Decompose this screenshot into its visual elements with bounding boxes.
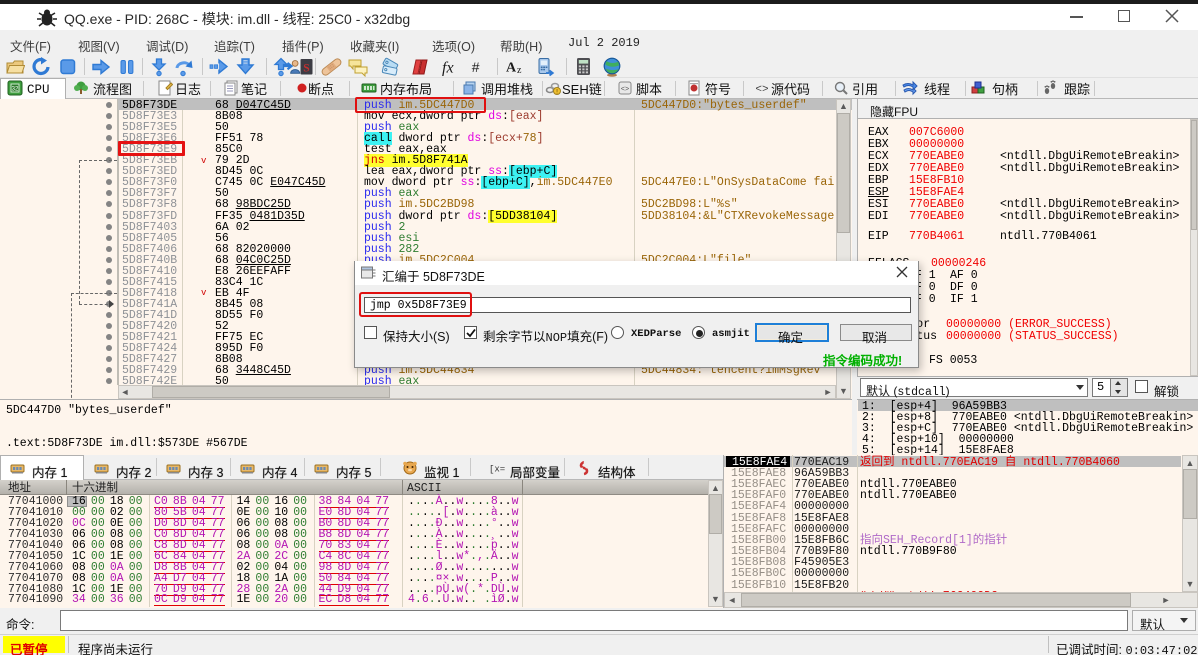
svg-text:A: A xyxy=(506,61,517,76)
svg-text:[x=]: [x=] xyxy=(489,465,506,475)
svg-text:<>: <> xyxy=(621,86,629,94)
svg-text:S: S xyxy=(303,63,309,75)
svg-text:z: z xyxy=(517,65,522,76)
svg-text:!: ! xyxy=(556,89,558,96)
svg-text:<>: <> xyxy=(755,84,768,96)
svg-text:32: 32 xyxy=(12,87,19,93)
svg-text:#: # xyxy=(472,59,480,75)
svg-text:fx: fx xyxy=(442,60,454,77)
